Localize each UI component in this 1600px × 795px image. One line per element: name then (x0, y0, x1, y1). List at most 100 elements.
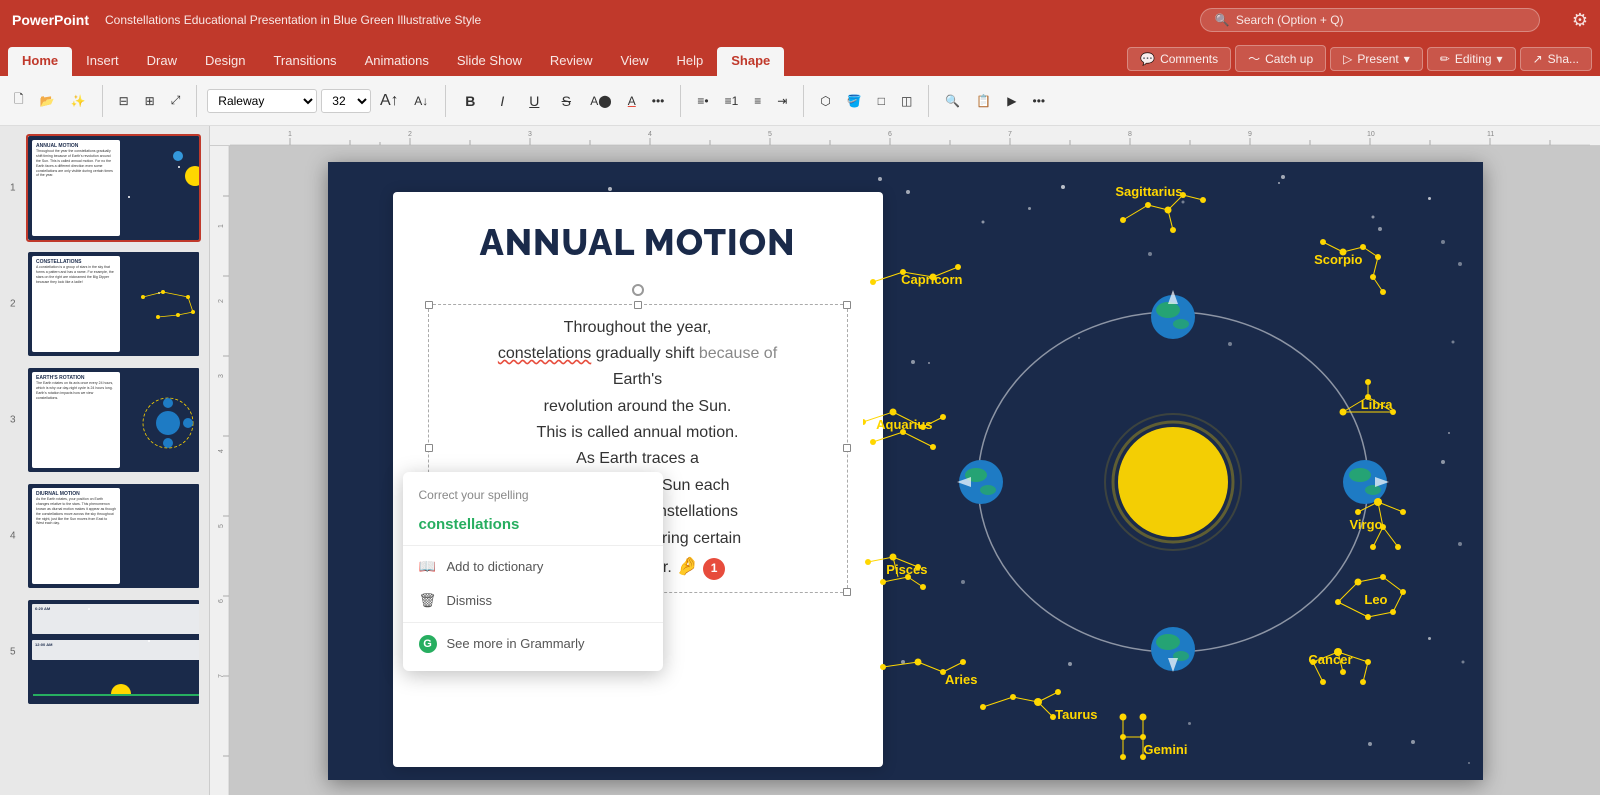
overflow-btn[interactable]: ••• (1027, 90, 1052, 112)
bold-btn[interactable]: B (456, 87, 484, 115)
shapes-btn[interactable]: ⬡ (814, 90, 836, 112)
toolbar-group-view: ⊟ ⊞ ⤢ (113, 89, 187, 112)
catchup-button[interactable]: 〜 Catch up (1235, 45, 1326, 72)
open-btn[interactable]: 📂 (34, 90, 61, 112)
thumb-bg-4: DIURNAL MOTION As the Earth rotates, you… (28, 484, 201, 588)
thumb-body-4: As the Earth rotates, your position on E… (36, 497, 116, 526)
decrease-font-btn[interactable]: A↓ (407, 87, 435, 115)
effects-btn[interactable]: ◫ (895, 90, 918, 112)
slide-thumb-wrapper-2: 2 CONSTELLATIONS A constellation is a gr… (8, 250, 201, 358)
more-btn[interactable]: ••• (646, 90, 671, 112)
spell-check-popup[interactable]: Correct your spelling constellations 📖 A… (403, 472, 663, 671)
font-select[interactable]: Raleway (207, 89, 317, 113)
indent-btn[interactable]: ⇥ (771, 90, 793, 112)
editing-icon: ✏ (1440, 52, 1450, 66)
handle-tm[interactable] (634, 301, 642, 309)
tab-design[interactable]: Design (191, 47, 259, 76)
numbered-list-btn[interactable]: ≡1 (719, 90, 745, 112)
present-dropdown-icon: ▾ (1404, 52, 1410, 66)
thumb-bg-5: 6:20 AM 12:00 AM (28, 600, 201, 704)
strikethrough-btn[interactable]: S (552, 87, 580, 115)
media-btn[interactable]: ▶ (1001, 90, 1022, 112)
bullet-list-btn[interactable]: ≡• (691, 90, 714, 112)
new-btn[interactable]: 🗋 (8, 86, 30, 115)
slide-thumbnail-4[interactable]: DIURNAL MOTION As the Earth rotates, you… (26, 482, 201, 590)
grid-btn[interactable]: ⊞ (139, 90, 161, 112)
app-name: PowerPoint (12, 12, 89, 28)
tab-slideshow[interactable]: Slide Show (443, 47, 536, 76)
ruler-top: 1 2 3 4 5 6 (210, 126, 1600, 146)
rotation-handle[interactable] (632, 284, 644, 296)
svg-text:2: 2 (218, 299, 225, 303)
tab-help[interactable]: Help (663, 47, 718, 76)
slide-main-title: ANNUAL MOTION (428, 222, 848, 264)
ribbon-tabs: Home Insert Draw Design Transitions Anim… (0, 40, 1600, 76)
svg-text:4: 4 (648, 131, 652, 138)
grammarly-btn[interactable]: G See more in Grammarly (403, 627, 663, 661)
thumb-content-2: CONSTELLATIONS A constellation is a grou… (32, 256, 120, 352)
align-btn[interactable]: ≡ (748, 90, 767, 112)
slide-thumbnail-3[interactable]: EARTH'S ROTATION The Earth rotates on it… (26, 366, 201, 474)
spell-suggestion[interactable]: constellations (403, 508, 663, 541)
handle-mr[interactable] (843, 444, 851, 452)
slide-thumbnail-2[interactable]: CONSTELLATIONS A constellation is a grou… (26, 250, 201, 358)
handle-tl[interactable] (425, 301, 433, 309)
fill-btn[interactable]: 🪣 (841, 90, 868, 112)
tab-transitions[interactable]: Transitions (259, 47, 350, 76)
separator-2 (196, 85, 197, 117)
share-icon: ↗ (1533, 52, 1543, 66)
outline-btn[interactable]: □ (872, 90, 891, 112)
slide-thumbnail-1[interactable]: ANNUAL MOTION Throughout the year the co… (26, 134, 201, 242)
spell-header: Correct your spelling (403, 482, 663, 508)
toolbar: 🗋 📂 ✨ ⊟ ⊞ ⤢ Raleway 32 A↑ A↓ B I U S A⬤ … (0, 76, 1600, 126)
dismiss-btn[interactable]: 🗑 Dismiss (403, 584, 663, 618)
settings-icon[interactable]: ⚙ (1572, 10, 1588, 31)
tab-shape[interactable]: Shape (717, 47, 784, 76)
tab-insert[interactable]: Insert (72, 47, 133, 76)
font-color-btn[interactable]: A (622, 90, 642, 112)
svg-text:7: 7 (1008, 131, 1012, 138)
magic-btn[interactable]: ✨ (65, 90, 92, 112)
slide[interactable]: ANNUAL MOTION (328, 162, 1483, 780)
tab-view[interactable]: View (607, 47, 663, 76)
underline-btn[interactable]: U (520, 87, 548, 115)
thumb-content-3: EARTH'S ROTATION The Earth rotates on it… (32, 372, 120, 468)
svg-text:9: 9 (1248, 131, 1252, 138)
handle-ml[interactable] (425, 444, 433, 452)
label-libra: Libra (1361, 397, 1393, 412)
increase-font-btn[interactable]: A↑ (375, 87, 403, 115)
svg-text:1: 1 (218, 224, 225, 228)
handle-tr[interactable] (843, 301, 851, 309)
comments-button[interactable]: 💬 Comments (1127, 47, 1231, 71)
add-to-dictionary-btn[interactable]: 📖 Add to dictionary (403, 550, 663, 584)
handle-br[interactable] (843, 588, 851, 596)
thumb-content-1: ANNUAL MOTION Throughout the year the co… (32, 140, 120, 236)
slide-thumbnail-5[interactable]: 6:20 AM 12:00 AM (26, 598, 201, 706)
label-cancer: Cancer (1308, 652, 1352, 667)
thumb-content-4: DIURNAL MOTION As the Earth rotates, you… (32, 488, 120, 584)
search-replace-btn[interactable]: 🔍 (939, 90, 966, 112)
italic-btn[interactable]: I (488, 87, 516, 115)
label-scorpio: Scorpio (1314, 252, 1362, 267)
font-size-select[interactable]: 32 (321, 89, 371, 113)
tab-review[interactable]: Review (536, 47, 607, 76)
highlight-btn[interactable]: A⬤ (584, 90, 617, 112)
tab-home[interactable]: Home (8, 47, 72, 76)
clip-btn[interactable]: 📋 (970, 90, 997, 112)
main-area: 1 ANNUAL MOTION Throughout the year the … (0, 126, 1600, 795)
search-box[interactable]: 🔍 Search (Option + Q) (1200, 8, 1540, 32)
editing-button[interactable]: ✏ Editing ▾ (1427, 47, 1516, 71)
fullscreen-btn[interactable]: ⤢ (165, 89, 187, 112)
slide-number-2: 2 (10, 299, 16, 310)
separator-6 (928, 85, 929, 117)
present-button[interactable]: ▷ Present ▾ (1330, 47, 1423, 71)
search-icon: 🔍 (1215, 13, 1230, 27)
tab-draw[interactable]: Draw (133, 47, 191, 76)
slide-view-btn[interactable]: ⊟ (113, 90, 135, 112)
title-bar: PowerPoint Constellations Educational Pr… (0, 0, 1600, 40)
editing-label: Editing (1455, 52, 1492, 66)
dismiss-icon: 🗑 (419, 592, 437, 610)
tab-animations[interactable]: Animations (351, 47, 443, 76)
misspelled-word: constelations (498, 345, 591, 362)
share-button[interactable]: ↗ Sha... (1520, 47, 1592, 71)
